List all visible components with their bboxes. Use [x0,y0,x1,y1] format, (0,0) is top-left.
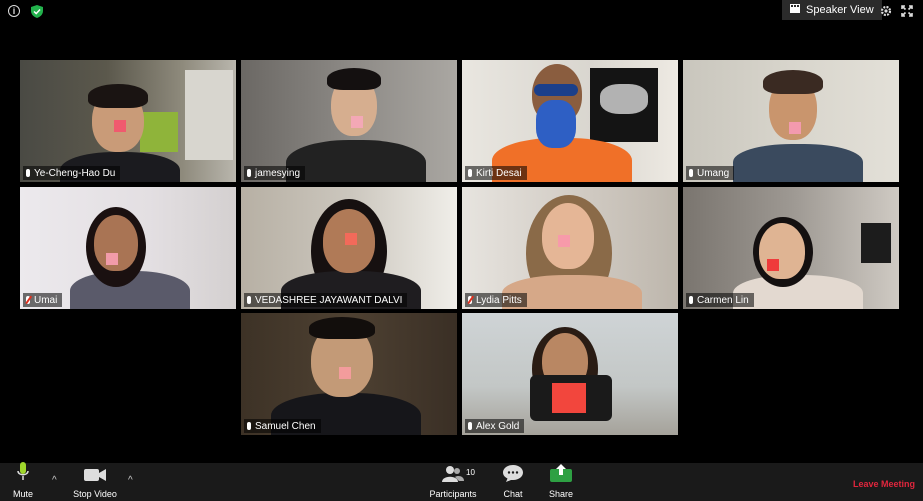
fullscreen-icon[interactable] [900,4,914,18]
mute-button[interactable]: Mute [4,462,42,501]
video-tile[interactable]: Umai [20,187,236,309]
microphone-icon [26,169,30,177]
chat-bubble-icon [503,465,523,487]
participant-video [462,313,678,435]
participant-video [462,187,678,309]
participants-icon [442,466,464,487]
microphone-icon [247,422,251,430]
participant-nameplate: Carmen Lin [686,293,754,307]
microphone-icon [689,296,693,304]
video-tile[interactable]: Samuel Chen [241,313,457,435]
microphone-icon [468,169,472,177]
participant-name: Carmen Lin [697,294,749,306]
video-tile[interactable]: VEDASHREE JAYAWANT DALVI [241,187,457,309]
speaker-view-button[interactable]: Speaker View [782,0,882,20]
video-tile[interactable]: Alex Gold [462,313,678,435]
video-options-chevron-icon[interactable]: ^ [128,475,133,486]
microphone-icon [17,462,29,487]
mute-label: Mute [12,489,33,499]
microphone-icon [468,422,472,430]
microphone-icon [689,169,693,177]
meeting-toolbar: Mute ^ Stop Video ^ Participants 10 Chat… [0,462,923,501]
video-tile[interactable]: Lydia Pitts [462,187,678,309]
participant-name: Lydia Pitts [476,294,522,306]
microphone-icon [247,169,251,177]
stop-video-button[interactable]: Stop Video [70,463,120,501]
participant-name: Umai [34,294,58,306]
audio-options-chevron-icon[interactable]: ^ [52,475,57,486]
participant-name: Samuel Chen [255,420,316,432]
participant-video [20,60,236,182]
participant-nameplate: Kirti Desai [465,166,527,180]
video-tile[interactable]: jamesying [241,60,457,182]
video-tile[interactable]: Kirti Desai [462,60,678,182]
participant-name: Kirti Desai [476,167,522,179]
participant-nameplate: VEDASHREE JAYAWANT DALVI [244,293,408,307]
participant-name: Alex Gold [476,420,520,432]
participants-label: Participants [429,489,477,499]
chat-button[interactable]: Chat [496,463,530,501]
video-tile[interactable]: Umang [683,60,899,182]
chat-label: Chat [503,489,523,499]
participant-nameplate: Ye-Cheng-Hao Du [23,166,121,180]
microphone-icon [247,296,251,304]
info-icon[interactable]: i [8,5,20,17]
shield-icon[interactable] [30,4,44,18]
top-bar: i Speaker View [0,0,923,22]
participant-nameplate: jamesying [244,166,306,180]
speaker-view-icon [790,4,800,16]
participant-name: Ye-Cheng-Hao Du [34,167,116,179]
participant-video [462,60,678,182]
video-tile[interactable]: Carmen Lin [683,187,899,309]
participant-name: jamesying [255,167,301,179]
participant-name: Umang [697,167,730,179]
participant-video [683,187,899,309]
gear-icon[interactable] [879,4,893,18]
participant-nameplate: Umang [686,166,735,180]
share-label: Share [548,489,574,499]
video-camera-icon [84,468,106,487]
participant-nameplate: Samuel Chen [244,419,321,433]
participant-nameplate: Lydia Pitts [465,293,527,307]
participant-video [683,60,899,182]
participant-video [241,313,457,435]
participant-nameplate: Alex Gold [465,419,525,433]
participant-name: VEDASHREE JAYAWANT DALVI [255,294,403,306]
participant-nameplate: Umai [23,293,63,307]
video-tile[interactable]: Ye-Cheng-Hao Du [20,60,236,182]
stop-video-label: Stop Video [73,489,117,499]
microphone-muted-icon [468,296,472,304]
share-screen-icon [550,464,572,487]
participant-video [241,60,457,182]
share-button[interactable]: Share [544,463,578,501]
leave-meeting-button[interactable]: Leave Meeting [853,479,915,489]
participant-video [241,187,457,309]
microphone-muted-icon [26,296,30,304]
participants-count-badge: 10 [466,468,475,477]
speaker-view-label: Speaker View [806,4,874,16]
participant-video [20,187,236,309]
